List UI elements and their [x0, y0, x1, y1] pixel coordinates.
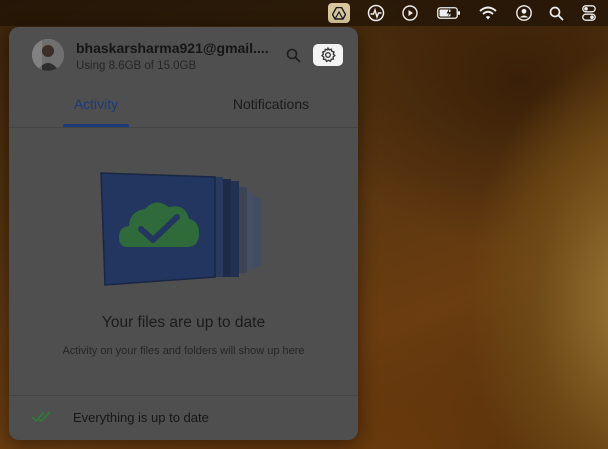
divider [9, 395, 358, 396]
google-drive-icon[interactable] [328, 3, 350, 23]
drive-popup-panel: bhaskarsharma921@gmail.... Using 8.6GB o… [9, 27, 358, 440]
activity-monitor-icon[interactable] [365, 3, 387, 23]
empty-state-title: Your files are up to date [101, 314, 266, 331]
battery-icon[interactable] [436, 3, 462, 23]
menu-bar [0, 0, 608, 26]
avatar[interactable] [32, 39, 64, 71]
double-check-icon [31, 410, 53, 424]
search-icon [286, 48, 300, 62]
empty-state-subtitle: Activity on your files and folders will … [62, 345, 305, 357]
divider [9, 127, 358, 128]
tab-activity[interactable]: Activity [63, 96, 129, 112]
files-synced-illustration [97, 167, 277, 287]
sync-status-text: Everything is up to date [73, 410, 209, 425]
user-icon[interactable] [513, 3, 535, 23]
settings-button[interactable] [313, 44, 343, 66]
search-icon[interactable] [545, 3, 567, 23]
gear-icon [320, 47, 336, 63]
tab-notifications[interactable]: Notifications [221, 96, 321, 112]
storage-usage: Using 8.6GB of 15.0GB [76, 60, 197, 72]
wifi-icon[interactable] [477, 3, 499, 23]
account-email: bhaskarsharma921@gmail.... [76, 40, 269, 56]
control-center-icon[interactable] [578, 3, 600, 23]
play-icon[interactable] [399, 3, 421, 23]
search-button[interactable] [283, 45, 303, 65]
